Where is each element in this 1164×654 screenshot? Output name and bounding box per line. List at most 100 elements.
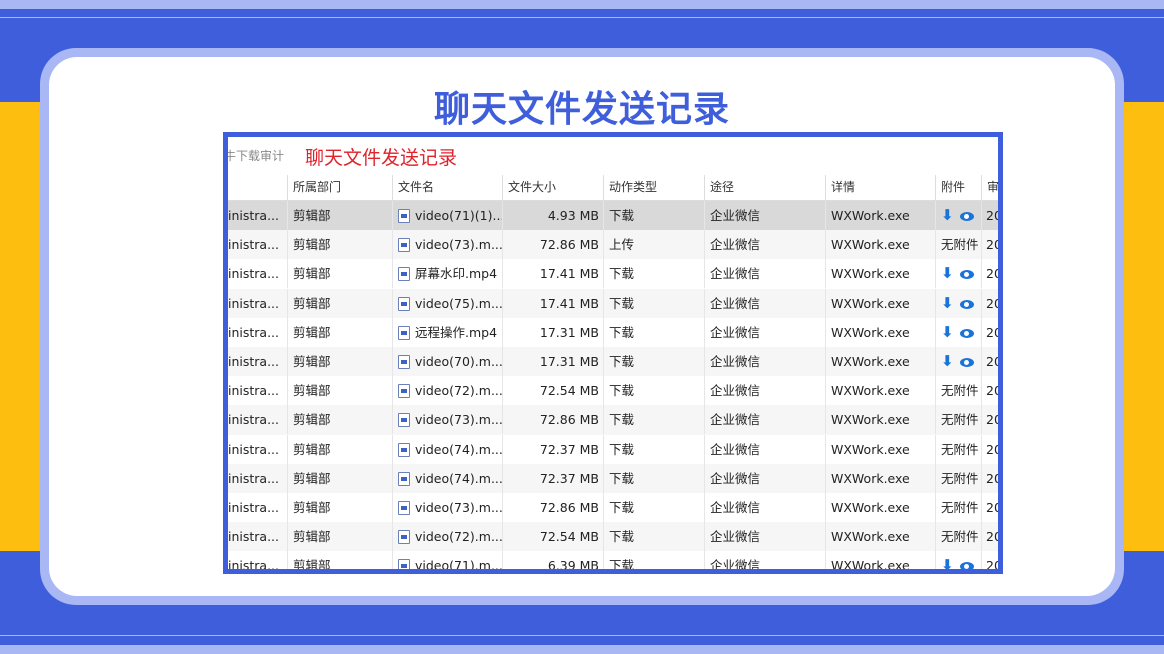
video-file-icon [398,325,410,340]
cell-filename: video(70).m... [393,346,503,376]
cell-detail: WXWork.exe [826,376,936,406]
annotation-label: 聊天文件发送记录 [305,147,458,169]
breadcrumb[interactable]: 牛下载审计 [228,147,284,164]
cell-user: inistra... [228,551,288,569]
header-col-attachment[interactable]: 附件 [936,175,982,200]
table-row[interactable]: inistra... 剪辑部 video(72).m... 72.54 MB 下载 企业微… [228,376,998,406]
cell-detail: WXWork.exe [826,463,936,493]
bottom-band [0,645,1164,654]
table-row[interactable]: inistra... 剪辑部 video(71).m... 6.39 MB 下载 企业微信… [228,551,998,569]
cell-attachment: 无附件 [936,463,982,493]
table-row[interactable]: inistra... 剪辑部 video(74).m... 72.37 MB 下载 企业微… [228,463,998,493]
cell-filename: video(75).m... [393,288,503,318]
cell-detail: WXWork.exe [826,551,936,569]
cell-audit: 20 [982,405,998,434]
header-col-filesize[interactable]: 文件大小 [503,175,604,200]
cell-filesize: 72.37 MB [503,463,604,493]
table-row[interactable]: inistra... 剪辑部 video(71)(1).... 4.93 MB 下载 企业… [228,201,998,231]
download-icon[interactable]: ⬇ [941,556,954,569]
cell-audit: 20 [982,318,998,347]
download-icon[interactable]: ⬇ [941,206,954,224]
table-row[interactable]: inistra... 剪辑部 屏幕水印.mp4 17.41 MB 下载 企业微信 WXWor… [228,259,998,289]
download-icon[interactable]: ⬇ [941,323,954,341]
cell-channel: 企业微信 [705,434,826,464]
top-line [0,17,1164,18]
cell-department: 剪辑部 [288,551,393,569]
video-file-icon [398,559,410,569]
cell-action: 下载 [604,522,705,552]
cell-user: inistra... [228,288,288,318]
eye-icon[interactable] [959,212,974,221]
cell-action: 下载 [604,551,705,569]
header-col-filename[interactable]: 文件名 [393,175,503,200]
cell-attachment: ⬇ [936,346,982,376]
table-row[interactable]: inistra... 剪辑部 video(73).m... 72.86 MB 下载 企业微… [228,405,998,435]
cell-detail: WXWork.exe [826,317,936,347]
table-row[interactable]: inistra... 剪辑部 video(70).m... 17.31 MB 下载 企业微… [228,346,998,377]
eye-icon[interactable] [959,562,974,569]
cell-user: inistra... [228,376,288,406]
download-icon[interactable]: ⬇ [941,294,954,312]
cell-filesize: 17.41 MB [503,288,604,318]
table-row[interactable]: inistra... 剪辑部 远程操作.mp4 17.31 MB 下载 企业微信 WXWor… [228,317,998,347]
cell-channel: 企业微信 [705,551,826,569]
file-name-text: video(75).m... [415,295,503,311]
cell-department: 剪辑部 [288,492,393,522]
file-name-text: video(74).m... [415,441,503,457]
cell-user: inistra... [228,405,288,435]
right-accent-bar [1124,102,1164,551]
cell-audit: 20 [982,201,998,230]
cell-filename: video(73).m... [393,492,503,522]
video-file-icon [398,354,410,369]
cell-filesize: 6.39 MB [503,551,604,569]
cell-attachment: 无附件 [936,492,982,522]
cell-channel: 企业微信 [705,346,826,376]
header-col-action[interactable]: 动作类型 [604,175,705,200]
header-col-department[interactable]: 所属部门 [288,175,393,200]
cell-audit: 20 [982,230,998,259]
cell-action: 下载 [604,317,705,347]
cell-department: 剪辑部 [288,201,393,230]
cell-user: inistra... [228,317,288,347]
file-name-text: video(72).m... [415,383,503,399]
file-name-text: video(70).m... [415,353,503,369]
cell-filename: 屏幕水印.mp4 [393,259,503,289]
cell-audit: 20 [982,435,998,464]
cell-detail: WXWork.exe [826,405,936,435]
cell-user: inistra... [228,201,288,230]
table-row[interactable]: inistra... 剪辑部 video(74).m... 72.37 MB 下载 企业微… [228,434,998,464]
cell-detail: WXWork.exe [826,288,936,318]
video-file-icon [398,384,410,399]
cell-filesize: 17.41 MB [503,259,604,289]
cell-attachment: ⬇ [936,259,982,289]
cell-channel: 企业微信 [705,288,826,318]
download-icon[interactable]: ⬇ [941,264,954,282]
header-col-user[interactable] [228,175,288,200]
video-file-icon [398,530,410,545]
cell-attachment: 无附件 [936,376,982,406]
table-row[interactable]: inistra... 剪辑部 video(73).m... 72.86 MB 下载 企业微… [228,492,998,522]
cell-attachment: ⬇ [936,288,982,318]
file-name-text: video(73).m... [415,237,503,253]
table-row[interactable]: inistra... 剪辑部 video(75).m... 17.41 MB 下载 企业微… [228,288,998,318]
table-row[interactable]: inistra... 剪辑部 video(73).m... 72.86 MB 上传 企业微… [228,230,998,260]
table-row[interactable]: inistra... 剪辑部 video(72).m... 72.54 MB 下载 企业微… [228,522,998,552]
eye-icon[interactable] [959,270,974,280]
cell-filename: video(71).m... [393,551,503,569]
eye-icon[interactable] [959,357,974,367]
eye-icon[interactable] [959,299,974,309]
video-file-icon [398,471,410,486]
header-col-channel[interactable]: 途径 [705,175,826,200]
header-col-detail[interactable]: 详情 [826,175,936,200]
cell-action: 下载 [604,288,705,318]
header-col-audit[interactable]: 审 [982,175,998,200]
eye-icon[interactable] [959,328,974,338]
file-name-text: video(73).m... [415,412,503,428]
cell-action: 下载 [604,376,705,406]
cell-action: 下载 [604,201,705,230]
cell-audit: 20 [982,289,998,318]
download-icon[interactable]: ⬇ [941,352,954,370]
cell-detail: WXWork.exe [826,434,936,464]
cell-filesize: 72.86 MB [503,492,604,522]
cell-attachment: ⬇ [936,551,982,569]
